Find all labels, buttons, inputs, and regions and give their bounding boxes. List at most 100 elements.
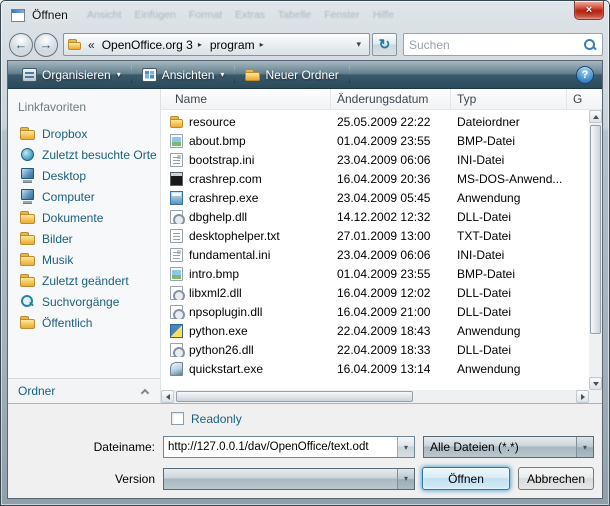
file-icon xyxy=(170,134,183,148)
sidebar-item-icon xyxy=(20,294,35,309)
address-bar[interactable]: « OpenOffice.org 3 ▸ program ▸ ▾ xyxy=(63,33,370,56)
titlebar[interactable]: Öffnen AnsichtEinfügenFormatExtrasTabell… xyxy=(1,1,609,29)
file-row[interactable]: about.bmp 01.04.2009 23:55 BMP-Datei xyxy=(161,131,589,150)
file-type: Anwendung xyxy=(451,191,567,205)
scroll-down-button[interactable] xyxy=(589,377,602,390)
filetype-dropdown-button[interactable]: ▾ xyxy=(576,437,593,457)
chevron-up-icon xyxy=(141,388,149,396)
toolbar-button-icon xyxy=(245,68,260,82)
file-row[interactable]: dbghelp.dll 14.12.2002 12:32 DLL-Datei xyxy=(161,207,589,226)
filename-input[interactable] xyxy=(164,437,397,457)
arrow-right-icon xyxy=(581,394,585,400)
toolbar-button-icon xyxy=(142,68,157,82)
file-row[interactable]: python26.dll 22.04.2009 18:33 DLL-Datei xyxy=(161,340,589,359)
version-dropdown-button[interactable]: ▾ xyxy=(397,469,414,489)
sidebar-item-icon xyxy=(20,210,35,225)
file-type: DLL-Datei xyxy=(451,286,567,300)
sidebar-item-icon xyxy=(20,315,35,330)
open-button[interactable]: Öffnen xyxy=(422,467,510,490)
folders-expander[interactable]: Ordner xyxy=(8,378,160,403)
command-bar: ? Organisieren ▾ Ansichten ▾ xyxy=(8,61,602,89)
column-header[interactable]: Name xyxy=(161,89,331,109)
file-type: Dateiordner xyxy=(451,115,567,129)
column-header[interactable]: Typ xyxy=(451,89,567,109)
help-button[interactable]: ? xyxy=(576,66,594,84)
sidebar-item[interactable]: Desktop xyxy=(8,165,160,186)
scroll-right-button[interactable] xyxy=(576,390,589,403)
file-date: 23.04.2009 06:06 xyxy=(331,153,451,167)
readonly-label: Readonly xyxy=(191,412,242,426)
file-name: crashrep.exe xyxy=(189,191,258,205)
column-header[interactable]: G xyxy=(567,89,589,109)
file-row[interactable]: crashrep.com 16.04.2009 20:36 MS-DOS-Anw… xyxy=(161,169,589,188)
sidebar-item[interactable]: Bilder xyxy=(8,228,160,249)
search-box[interactable] xyxy=(403,33,603,56)
file-type: Anwendung xyxy=(451,362,567,376)
horizontal-scroll-thumb[interactable] xyxy=(176,391,413,402)
navigation-pane: Linkfavoriten Dropbox Zuletzt besuchte O… xyxy=(8,89,161,403)
sidebar-item-icon xyxy=(20,126,35,141)
file-date: 16.04.2009 13:14 xyxy=(331,362,451,376)
cancel-button[interactable]: Abbrechen xyxy=(518,467,594,490)
breadcrumb-item[interactable]: OpenOffice.org 3 ▸ xyxy=(98,38,206,52)
search-input[interactable] xyxy=(409,38,583,52)
file-row[interactable]: crashrep.exe 23.04.2009 05:45 Anwendung xyxy=(161,188,589,207)
column-header[interactable]: Änderungsdatum xyxy=(331,89,451,109)
file-name: resource xyxy=(189,115,236,129)
close-button[interactable]: × xyxy=(574,1,604,20)
file-row[interactable]: bootstrap.ini 23.04.2009 06:06 INI-Datei xyxy=(161,150,589,169)
horizontal-scrollbar[interactable] xyxy=(161,390,589,403)
sidebar-item-icon xyxy=(20,147,35,162)
sidebar-item[interactable]: Öffentlich xyxy=(8,312,160,333)
breadcrumb-separator-icon[interactable]: ▸ xyxy=(260,40,264,49)
file-date: 16.04.2009 20:36 xyxy=(331,172,451,186)
dropdown-caret-icon: ▾ xyxy=(117,70,121,79)
refresh-button[interactable]: ↻ xyxy=(372,33,397,56)
file-row[interactable]: fundamental.ini 23.04.2009 06:06 INI-Dat… xyxy=(161,245,589,264)
file-row[interactable]: resource 25.05.2009 22:22 Dateiordner xyxy=(161,112,589,131)
toolbar-button[interactable]: Organisieren ▾ xyxy=(14,65,129,85)
sidebar-item[interactable]: Suchvorgänge xyxy=(8,291,160,312)
help-icon: ? xyxy=(582,69,589,81)
toolbar-button[interactable]: Ansichten ▾ xyxy=(134,65,233,85)
vertical-scroll-thumb[interactable] xyxy=(590,125,601,334)
file-icon xyxy=(170,210,183,224)
file-row[interactable]: libxml2.dll 16.04.2009 12:02 DLL-Datei xyxy=(161,283,589,302)
file-row[interactable]: python.exe 22.04.2009 18:43 Anwendung xyxy=(161,321,589,340)
window-title: Öffnen xyxy=(32,8,68,22)
filename-combobox[interactable]: ▾ xyxy=(163,436,415,458)
vertical-scroll-track[interactable] xyxy=(589,123,602,377)
breadcrumb-item[interactable]: program ▸ xyxy=(206,38,268,52)
address-dropdown-caret-icon[interactable]: ▾ xyxy=(352,39,365,50)
vertical-scrollbar[interactable] xyxy=(589,110,602,390)
sidebar-item[interactable]: Zuletzt geändert xyxy=(8,270,160,291)
file-row[interactable]: npsoplugin.dll 16.04.2009 21:00 DLL-Date… xyxy=(161,302,589,321)
filetype-combobox[interactable]: Alle Dateien (*.*) ▾ xyxy=(423,436,594,458)
readonly-checkbox[interactable] xyxy=(171,412,184,425)
sidebar-item[interactable]: Computer xyxy=(8,186,160,207)
scroll-left-button[interactable] xyxy=(161,390,174,403)
breadcrumb-overflow-chevron[interactable]: « xyxy=(85,38,98,52)
file-name: quickstart.exe xyxy=(189,362,263,376)
browse-area: Linkfavoriten Dropbox Zuletzt besuchte O… xyxy=(8,89,602,404)
dropdown-caret-icon: ▾ xyxy=(220,70,224,79)
filename-dropdown-button[interactable]: ▾ xyxy=(397,437,414,457)
sidebar-item[interactable]: Musik xyxy=(8,249,160,270)
back-button[interactable]: ← xyxy=(9,33,33,57)
forward-button[interactable]: → xyxy=(34,33,58,57)
toolbar-button[interactable]: Neuer Ordner ▾ xyxy=(237,65,346,85)
forward-arrow-icon: → xyxy=(40,37,53,52)
file-row[interactable]: desktophelper.txt 27.01.2009 13:00 TXT-D… xyxy=(161,226,589,245)
file-row[interactable]: quickstart.exe 16.04.2009 13:14 Anwendun… xyxy=(161,359,589,378)
sidebar-item[interactable]: Dropbox xyxy=(8,123,160,144)
sidebar-item[interactable]: Dokumente xyxy=(8,207,160,228)
breadcrumb-separator-icon[interactable]: ▸ xyxy=(198,40,202,49)
file-row[interactable]: intro.bmp 01.04.2009 23:55 BMP-Datei xyxy=(161,264,589,283)
sidebar-item[interactable]: Zuletzt besuchte Orte xyxy=(8,144,160,165)
sidebar-item-icon xyxy=(20,231,35,246)
scroll-up-button[interactable] xyxy=(589,110,602,123)
file-icon xyxy=(170,115,183,129)
horizontal-scroll-track[interactable] xyxy=(174,390,576,403)
dialog-body: ? Organisieren ▾ Ansichten ▾ xyxy=(7,60,603,499)
version-combobox[interactable]: ▾ xyxy=(163,468,415,490)
